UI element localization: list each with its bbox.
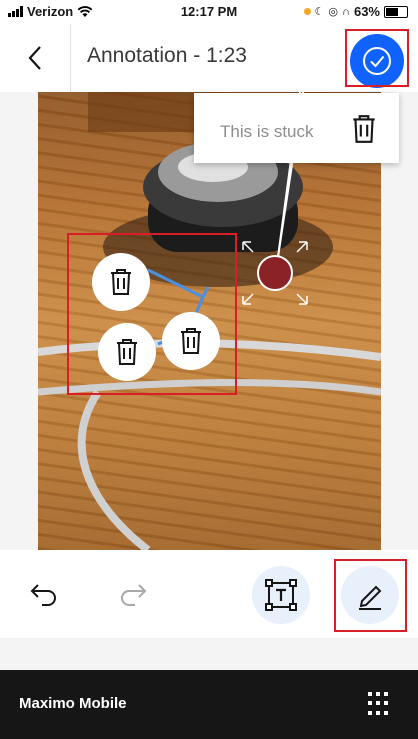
status-bar: Verizon 12:17 PM ☾ ◎ ∩ 63% bbox=[0, 0, 418, 24]
highlight-confirm bbox=[345, 29, 409, 87]
undo-icon bbox=[30, 584, 56, 606]
page-title: Annotation - 1:23 bbox=[87, 44, 247, 67]
delete-label-button[interactable] bbox=[350, 113, 378, 150]
lock-rotation-icon: ◎ bbox=[328, 6, 339, 18]
redo-button[interactable] bbox=[113, 574, 153, 614]
battery-icon bbox=[384, 5, 408, 18]
headphones-icon: ∩ bbox=[342, 5, 350, 18]
back-button[interactable] bbox=[0, 24, 71, 92]
app-name: Maximo Mobile bbox=[19, 695, 127, 712]
battery-percent: 63% bbox=[353, 4, 380, 19]
status-icons: ☾ ◎ ∩ 63% bbox=[303, 4, 408, 19]
highlight-annotation bbox=[67, 233, 237, 395]
highlight-draw-tool bbox=[334, 559, 407, 632]
chevron-left-icon bbox=[28, 46, 41, 70]
moon-icon: ☾ bbox=[314, 6, 325, 18]
recording-dot-icon bbox=[303, 8, 311, 15]
app-footer: Maximo Mobile bbox=[0, 670, 418, 739]
annotation-label-popup: This is stuck bbox=[194, 93, 399, 163]
app-grid-icon[interactable] bbox=[368, 692, 392, 716]
text-box-icon bbox=[265, 579, 297, 611]
undo-button[interactable] bbox=[24, 574, 64, 614]
redo-icon bbox=[121, 584, 147, 606]
trash-icon bbox=[353, 115, 375, 143]
annotation-label-text[interactable]: This is stuck bbox=[220, 122, 314, 142]
text-tool-button[interactable] bbox=[252, 566, 310, 624]
